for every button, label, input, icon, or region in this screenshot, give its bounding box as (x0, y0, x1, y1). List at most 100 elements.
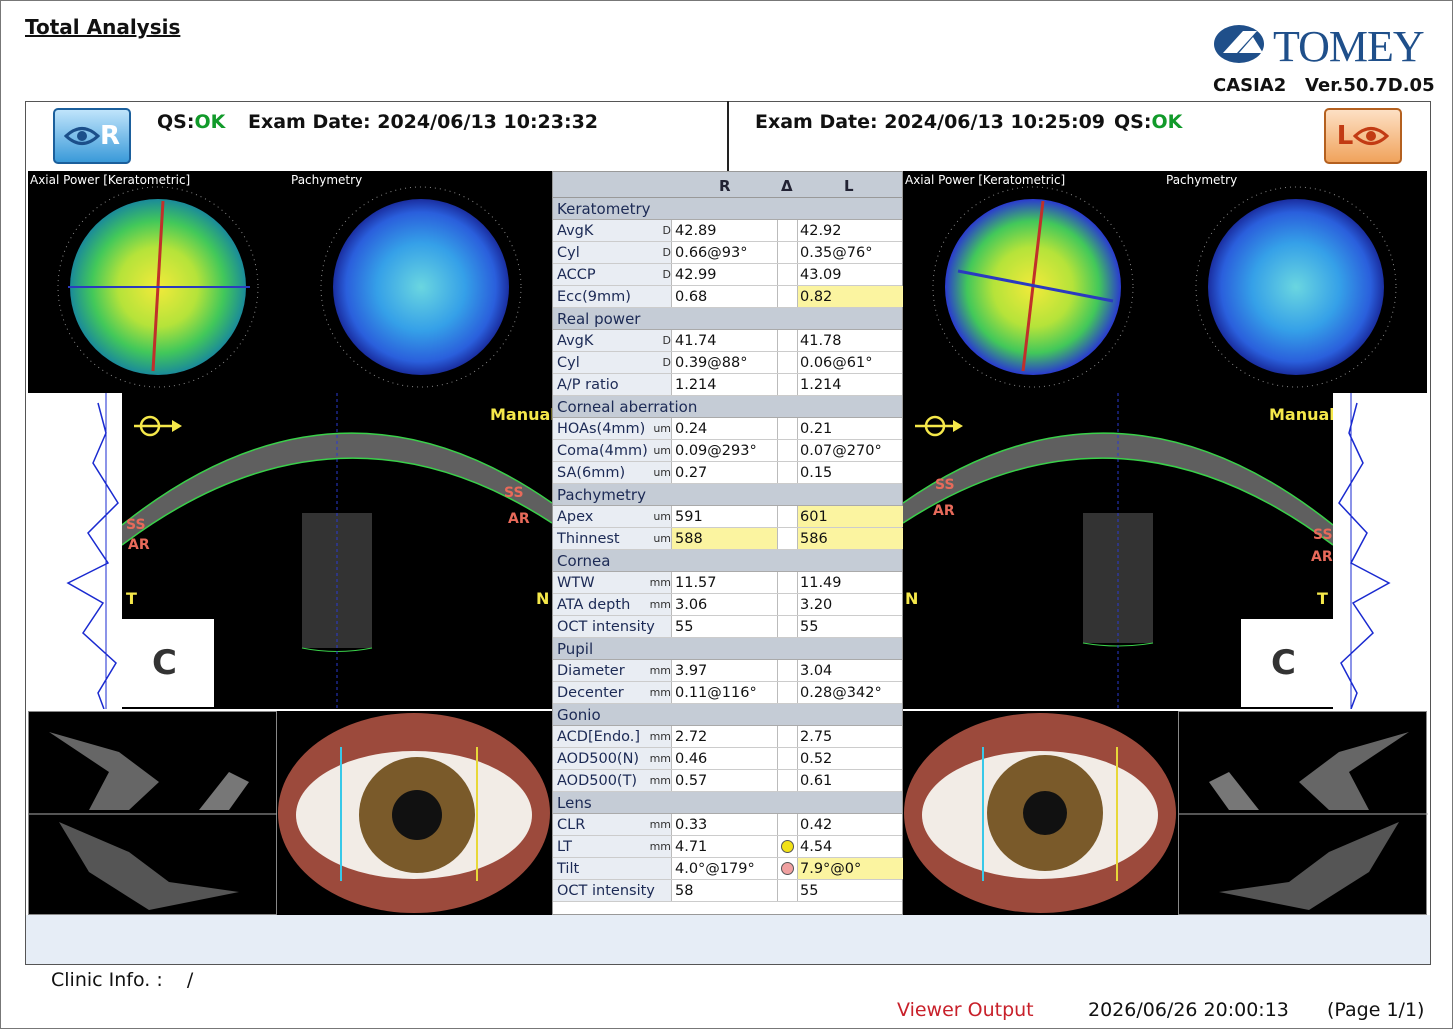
delta-cell (777, 506, 797, 527)
row-unit: mm (649, 752, 671, 765)
col-left-header: L (844, 177, 854, 195)
landolt-c-target: C (1241, 619, 1333, 707)
qs-label: QS: (157, 111, 195, 133)
delta-cell (777, 814, 797, 835)
right-maps-svg (57, 186, 522, 388)
left-oct-scan: Manual N T SS AR SS AR C (903, 393, 1333, 709)
table-row: Ecc(9mm) 0.68 0.82 (553, 286, 903, 308)
row-unit: mm (649, 818, 671, 831)
nasal-label: N (905, 589, 919, 608)
left-eye-button[interactable]: L (1324, 108, 1402, 164)
row-unit: mm (649, 840, 671, 853)
landolt-c-glyph: C (1271, 643, 1296, 683)
left-eye-photo (903, 711, 1178, 915)
delta-cell (777, 682, 797, 703)
right-oct-scan: Manual T N SS AR SS AR C (122, 393, 552, 709)
manual-label: Manual (490, 405, 552, 424)
table-row: CLR mm 0.33 0.42 (553, 814, 902, 836)
row-unit: D (662, 268, 671, 281)
delta-cell (777, 616, 797, 637)
right-eye-value: 0.27 (671, 462, 777, 483)
delta-cell (777, 858, 797, 879)
left-eye-value: 4.54 (797, 836, 903, 857)
table-row: OCT intensity 58 55 (553, 880, 902, 902)
row-unit: D (662, 356, 671, 369)
right-eye-value: 0.57 (671, 770, 777, 791)
delta-cell (777, 660, 797, 681)
table-row: Cyl D 0.39@88° 0.06@61° (553, 352, 902, 374)
right-eye-value: 0.46 (671, 748, 777, 769)
clinic-info: Clinic Info. : / (51, 969, 194, 991)
row-unit: mm (649, 730, 671, 743)
table-row: AvgK D 41.74 41.78 (553, 330, 902, 352)
difference-indicator-icon (781, 840, 794, 853)
right-eye-value: 0.09@293° (671, 440, 777, 461)
delta-cell (777, 418, 797, 439)
delta-cell (777, 264, 797, 285)
right-eye-value: 0.68 (671, 286, 777, 307)
tomey-logo-icon (1214, 25, 1264, 63)
table-section-header: Cornea (553, 550, 902, 572)
table-row: AvgK D 42.89 42.92 (553, 220, 902, 242)
table-section-header: Gonio (553, 704, 902, 726)
footer-bar (26, 915, 1430, 964)
ss-marker-temporal: SS (1313, 527, 1333, 543)
eye-icon (63, 127, 100, 145)
delta-cell (777, 726, 797, 747)
right-eye-value: 588 (671, 528, 777, 549)
right-eye-value: 0.24 (671, 418, 777, 439)
report-title: Total Analysis (25, 15, 181, 39)
right-eye-value: 591 (671, 506, 777, 527)
row-unit: mm (649, 686, 671, 699)
row-unit: um (653, 422, 671, 435)
row-unit: um (653, 532, 671, 545)
table-row: ACD[Endo.] mm 2.72 2.75 (553, 726, 902, 748)
right-eye-value: 0.33 (671, 814, 777, 835)
left-eye-value: 0.61 (797, 770, 903, 791)
left-eye-value: 0.42 (797, 814, 903, 835)
ss-marker-nasal: SS (504, 485, 524, 501)
ar-marker-temporal: AR (1311, 549, 1333, 565)
right-eye-value: 55 (671, 616, 777, 637)
fixation-arrow-icon (915, 415, 963, 437)
right-eye-value: 0.11@116° (671, 682, 777, 703)
table-row: Diameter mm 3.97 3.04 (553, 660, 902, 682)
left-eye-value: 0.07@270° (797, 440, 903, 461)
delta-cell (777, 242, 797, 263)
right-eye-button[interactable]: R (53, 108, 131, 164)
table-row: Apex um 591 601 (553, 506, 903, 528)
exam-date-left: Exam Date: 2024/06/13 10:25:09 (755, 111, 1106, 133)
row-unit: um (653, 444, 671, 457)
row-label: A/P ratio (553, 374, 671, 395)
qs-status-left: QS:OK (1114, 111, 1182, 133)
left-eye-value: 1.214 (797, 374, 903, 395)
table-row: Tilt 4.0°@179° 7.9°@0° (553, 858, 903, 880)
right-eye-value: 3.97 (671, 660, 777, 681)
left-eye-label: L (1336, 121, 1354, 151)
right-eye-value: 4.71 (671, 836, 777, 857)
right-eye-label: R (99, 121, 121, 151)
left-maps-svg (932, 186, 1397, 388)
comparison-table: R Δ L Keratometry AvgK D 42.89 42.92 Cyl D 0.66… (552, 171, 903, 915)
page-number: (Page 1/1) (1327, 999, 1425, 1021)
delta-cell (777, 594, 797, 615)
pachymetry-map-left (1208, 199, 1384, 375)
left-topography-panel: Axial Power [Keratometric] Pachymetry (903, 171, 1427, 393)
ar-marker-nasal: AR (933, 503, 955, 519)
left-eye-value: 7.9°@0° (797, 858, 903, 879)
left-eye-value: 586 (797, 528, 903, 549)
difference-indicator-icon (781, 862, 794, 875)
row-label: OCT intensity (553, 616, 671, 637)
right-eye-value: 1.214 (671, 374, 777, 395)
row-unit: mm (649, 774, 671, 787)
left-eye-value: 55 (797, 616, 903, 637)
left-eye-value: 3.04 (797, 660, 903, 681)
pachymetry-label: Pachymetry (1166, 173, 1238, 187)
nasal-label: N (536, 589, 550, 608)
delta-cell (777, 528, 797, 549)
left-intensity-profile (1333, 393, 1427, 710)
eye-icon (1353, 127, 1390, 145)
right-gonio-scans (28, 711, 278, 915)
ss-marker-nasal: SS (935, 477, 955, 493)
temporal-label: T (126, 589, 137, 608)
